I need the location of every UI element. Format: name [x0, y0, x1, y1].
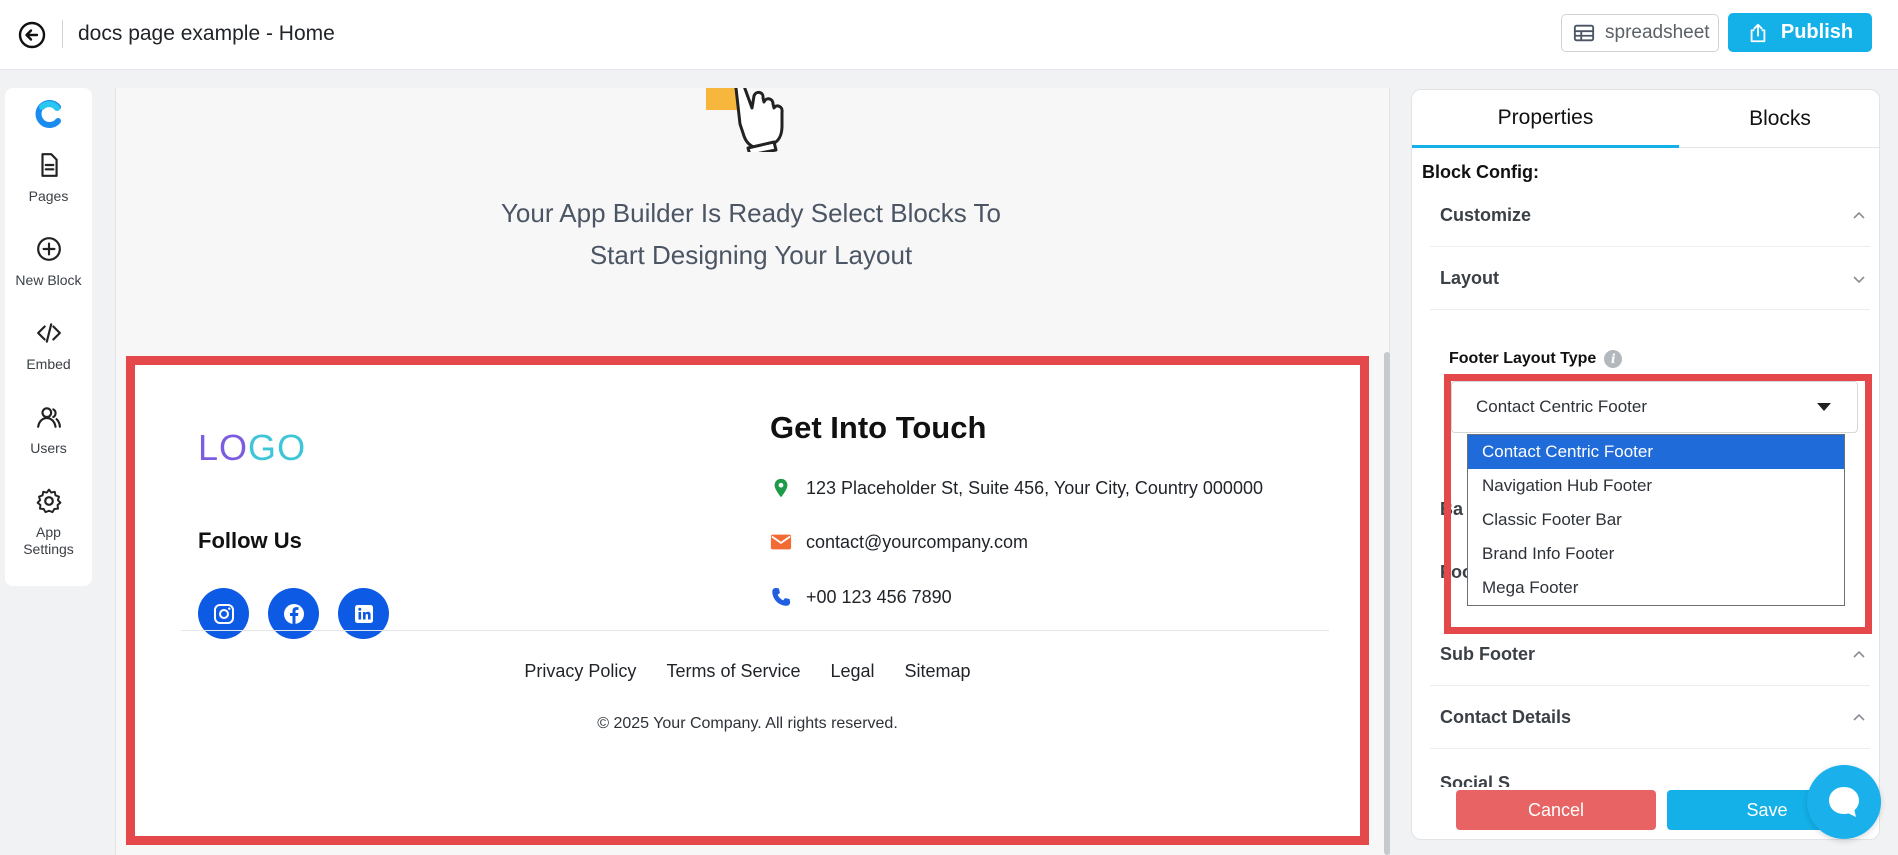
gear-icon — [36, 488, 61, 514]
chevron-up-icon — [1853, 713, 1865, 721]
footer-layout-select[interactable]: Contact Centric Footer — [1451, 381, 1858, 433]
chevron-down-icon — [1853, 275, 1865, 283]
canvas-scrollbar[interactable] — [1384, 352, 1390, 855]
facebook-button[interactable] — [268, 588, 319, 639]
tab-blocks[interactable]: Blocks — [1679, 90, 1879, 148]
section-title: Sub Footer — [1440, 644, 1535, 664]
page-title: docs page example - Home — [78, 22, 335, 45]
logo-letter: G — [248, 427, 278, 468]
footer-link-legal[interactable]: Legal — [830, 661, 874, 682]
linkedin-button[interactable] — [338, 588, 389, 639]
instagram-icon — [213, 603, 234, 624]
tab-properties[interactable]: Properties — [1412, 90, 1679, 148]
phone-text: +00 123 456 7890 — [806, 586, 952, 607]
chevron-up-icon — [1853, 211, 1865, 219]
phone-icon — [772, 587, 791, 606]
section-title: Layout — [1440, 268, 1500, 288]
section-sub-footer[interactable]: Sub Footer — [1430, 624, 1870, 686]
table-icon — [1573, 24, 1595, 42]
facebook-icon — [283, 603, 304, 624]
empty-state-message: Your App Builder Is Ready Select Blocks … — [116, 192, 1386, 276]
back-arrow-icon — [18, 21, 46, 49]
page-canvas: Your App Builder Is Ready Select Blocks … — [115, 88, 1390, 855]
envelope-icon — [770, 534, 792, 550]
dropdown-option-brand-info[interactable]: Brand Info Footer — [1468, 537, 1844, 571]
contact-address: 123 Placeholder St, Suite 456, Your City… — [770, 477, 1263, 499]
label-text: Footer Layout Type — [1449, 350, 1597, 367]
select-value: Contact Centric Footer — [1476, 397, 1648, 416]
linkedin-icon — [354, 604, 373, 623]
properties-panel: Properties Blocks Block Config: Customiz… — [1411, 89, 1880, 840]
section-title: Customize — [1440, 205, 1532, 225]
plus-circle-icon — [36, 237, 61, 261]
section-customize[interactable]: Customize — [1430, 185, 1870, 247]
follow-us-title: Follow Us — [198, 528, 302, 553]
info-icon[interactable]: i — [1604, 350, 1623, 368]
email-text: contact@yourcompany.com — [806, 531, 1029, 552]
logo-letter: L — [198, 427, 220, 468]
footer-layout-type-label: Footer Layout Type i — [1449, 350, 1623, 368]
footer-link-terms-of-service[interactable]: Terms of Service — [666, 661, 800, 682]
spreadsheet-button[interactable]: spreadsheet — [1561, 14, 1719, 52]
publish-button[interactable]: Publish — [1728, 13, 1872, 52]
chat-support-button[interactable] — [1807, 765, 1881, 839]
back-button[interactable] — [18, 21, 46, 49]
chevron-up-icon — [1853, 650, 1865, 658]
sidebar-item-new-block[interactable]: New Block — [5, 236, 92, 289]
sidebar-item-app-settings[interactable]: App Settings — [5, 488, 92, 558]
section-title: Contact Details — [1440, 707, 1572, 727]
sidebar-item-pages[interactable]: Pages — [5, 152, 92, 205]
share-upload-icon — [1750, 23, 1766, 42]
footer-link-privacy-policy[interactable]: Privacy Policy — [524, 661, 636, 682]
map-pin-icon — [774, 478, 788, 498]
pointer-hand-icon — [706, 88, 826, 157]
users-icon — [36, 407, 61, 428]
block-config-label: Block Config: — [1422, 162, 1539, 182]
footer-link-sitemap[interactable]: Sitemap — [905, 661, 971, 682]
pages-icon — [40, 153, 58, 177]
dropdown-option-navigation-hub[interactable]: Navigation Hub Footer — [1468, 469, 1844, 503]
spreadsheet-label: spreadsheet — [1605, 22, 1710, 43]
contact-email: contact@yourcompany.com — [770, 531, 1028, 553]
sidebar-item-label: Embed — [26, 356, 71, 372]
get-into-touch-title: Get Into Touch — [770, 410, 987, 445]
footer-layout-dropdown: Contact Centric Footer Navigation Hub Fo… — [1467, 434, 1845, 606]
dropdown-option-contact-centric[interactable]: Contact Centric Footer — [1468, 435, 1844, 469]
publish-label: Publish — [1780, 21, 1854, 43]
sidebar-item-label: New Block — [15, 272, 82, 288]
contact-phone: +00 123 456 7890 — [770, 586, 952, 608]
copyright-text: © 2025 Your Company. All rights reserved… — [597, 715, 898, 732]
code-icon — [36, 323, 61, 343]
sidebar-item-label: Pages — [28, 188, 69, 204]
footer-block-selected[interactable]: LOGO Follow Us Get Into Touch 123 Placeh… — [126, 356, 1369, 845]
footer-logo: LOGO — [198, 427, 306, 469]
address-text: 123 Placeholder St, Suite 456, Your City… — [806, 477, 1263, 498]
section-social-partial[interactable]: Social S — [1440, 773, 1510, 787]
section-layout[interactable]: Layout — [1430, 248, 1870, 310]
top-bar: docs page example - Home spreadsheet Pub… — [0, 0, 1898, 70]
sidebar-item-label: Users — [30, 440, 67, 456]
footer-links: Privacy Policy Terms of Service Legal Si… — [135, 661, 1360, 682]
cancel-button[interactable]: Cancel — [1456, 790, 1656, 830]
caret-down-icon — [1817, 403, 1831, 411]
section-contact-details[interactable]: Contact Details — [1430, 687, 1870, 749]
dropdown-option-mega-footer[interactable]: Mega Footer — [1468, 571, 1844, 605]
header-divider — [62, 20, 63, 48]
chat-bubble-icon — [1829, 787, 1859, 817]
sidebar-item-embed[interactable]: Embed — [5, 320, 92, 373]
sidebar-item-users[interactable]: Users — [5, 404, 92, 457]
sidebar-item-label: App Settings — [23, 524, 74, 557]
logo-letter: O — [277, 427, 307, 468]
logo-letter: O — [219, 427, 249, 468]
panel-tabs: Properties Blocks — [1412, 90, 1879, 148]
left-sidebar: Pages New Block Embed Users App Settings — [5, 88, 92, 586]
instagram-button[interactable] — [198, 588, 249, 639]
empty-state-line-2: Start Designing Your Layout — [589, 240, 913, 270]
dropdown-option-classic-footer-bar[interactable]: Classic Footer Bar — [1468, 503, 1844, 537]
brand-logo-icon — [34, 99, 64, 129]
footer-divider — [181, 630, 1329, 631]
empty-state-line-1: Your App Builder Is Ready Select Blocks … — [500, 198, 1002, 228]
